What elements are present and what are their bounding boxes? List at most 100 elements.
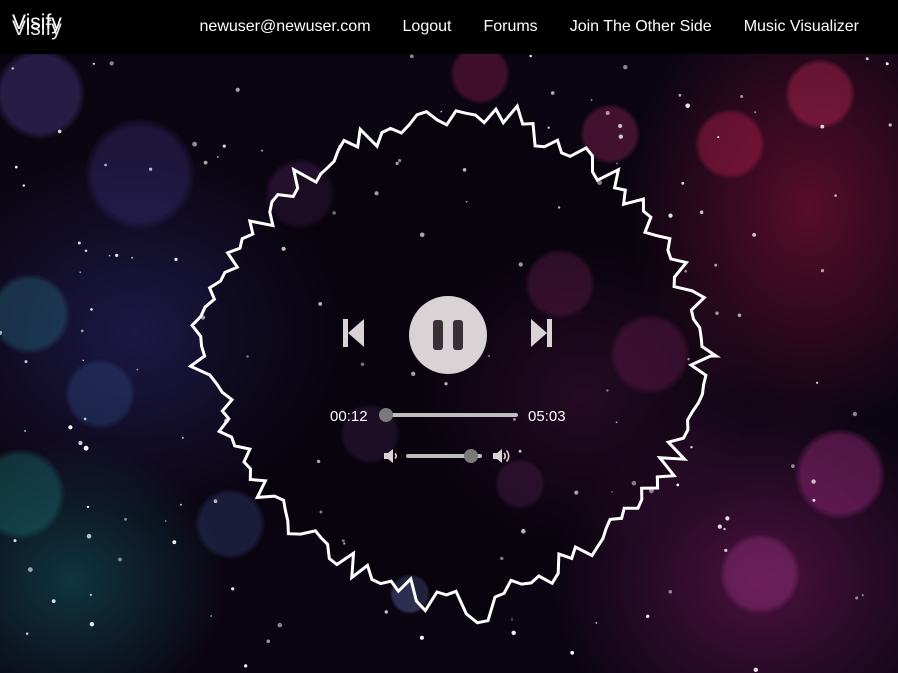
pause-icon <box>433 320 463 350</box>
particle <box>266 639 271 644</box>
particle <box>82 359 84 362</box>
skip-previous-icon <box>343 319 364 347</box>
skip-next-icon <box>531 319 552 347</box>
particle <box>109 61 114 66</box>
particle <box>678 93 682 97</box>
particle <box>815 381 819 384</box>
pause-button[interactable] <box>409 296 487 374</box>
particle <box>77 241 81 245</box>
particle <box>277 622 283 628</box>
particle <box>131 256 134 259</box>
particle <box>13 539 17 543</box>
volume-slider[interactable] <box>406 449 482 463</box>
nav-link-logout[interactable]: Logout <box>387 0 468 54</box>
particle <box>570 650 575 655</box>
particle <box>753 667 758 672</box>
particle <box>210 615 213 617</box>
particle <box>24 430 26 432</box>
particle <box>616 162 618 165</box>
particle <box>885 62 889 66</box>
particle <box>181 436 184 439</box>
particle <box>80 329 84 333</box>
particle <box>861 594 864 597</box>
particle <box>419 635 424 640</box>
particle <box>231 587 235 591</box>
particle <box>222 144 226 148</box>
particle <box>165 520 167 522</box>
particle <box>410 54 414 59</box>
next-button[interactable] <box>529 318 555 348</box>
particle <box>752 233 756 237</box>
particle <box>676 483 680 487</box>
particle <box>22 184 25 187</box>
particle <box>811 479 816 484</box>
particle <box>244 664 248 668</box>
particle <box>0 330 2 335</box>
particle <box>440 110 443 113</box>
particle <box>623 65 628 70</box>
volume-slider-handle[interactable] <box>463 449 478 463</box>
particle <box>179 503 182 506</box>
particle <box>547 126 550 129</box>
duration-time: 05:03 <box>528 408 566 425</box>
nav-link-music-visualizer[interactable]: Music Visualizer <box>728 0 898 54</box>
particle <box>216 156 219 158</box>
seek-slider-handle[interactable] <box>378 408 393 422</box>
volume-high-icon <box>493 449 510 463</box>
nav-link-account[interactable]: newuser@newuser.com <box>184 0 387 54</box>
particle <box>27 567 33 572</box>
particle <box>213 499 218 504</box>
particle <box>723 527 726 531</box>
particle <box>51 599 56 603</box>
nav-link-join-other-side[interactable]: Join The Other Side <box>554 0 728 54</box>
particle <box>136 368 139 371</box>
particle <box>550 91 555 95</box>
particle <box>812 498 816 502</box>
particle <box>92 62 95 65</box>
volume-low-icon <box>384 449 398 463</box>
current-time: 00:12 <box>330 408 368 425</box>
particle <box>646 614 650 618</box>
particle <box>699 210 704 214</box>
particle <box>68 425 73 430</box>
particle <box>86 533 92 539</box>
particle <box>717 524 722 529</box>
particle <box>84 249 88 253</box>
particle <box>888 123 892 127</box>
particle <box>834 194 837 197</box>
particle <box>714 263 718 267</box>
particle <box>511 630 516 635</box>
particle <box>57 129 62 134</box>
particle <box>511 618 513 621</box>
particle <box>590 99 593 101</box>
brand-logo[interactable]: Visify Visify <box>12 12 62 39</box>
seek-slider[interactable] <box>378 408 518 422</box>
max-volume-button[interactable] <box>492 447 512 465</box>
particle <box>754 111 757 114</box>
mute-button[interactable] <box>383 448 399 464</box>
particle <box>865 57 869 61</box>
particle <box>26 632 29 635</box>
particle <box>203 160 208 165</box>
particle <box>118 557 122 562</box>
nav-link-forums[interactable]: Forums <box>467 0 553 54</box>
particle <box>83 417 87 421</box>
particle <box>124 517 127 521</box>
particle <box>89 593 93 597</box>
particle <box>261 149 264 152</box>
particle <box>529 54 532 58</box>
particle <box>855 596 859 600</box>
particle <box>740 95 744 98</box>
particle <box>681 181 685 185</box>
particle <box>83 445 89 451</box>
particle <box>690 446 693 449</box>
particle <box>820 269 825 273</box>
particle <box>724 548 728 552</box>
previous-button[interactable] <box>340 318 366 348</box>
particle <box>172 540 177 545</box>
particle <box>79 271 82 274</box>
particle <box>820 124 825 129</box>
particle <box>86 505 90 509</box>
particle <box>89 622 95 627</box>
particle <box>14 165 18 169</box>
